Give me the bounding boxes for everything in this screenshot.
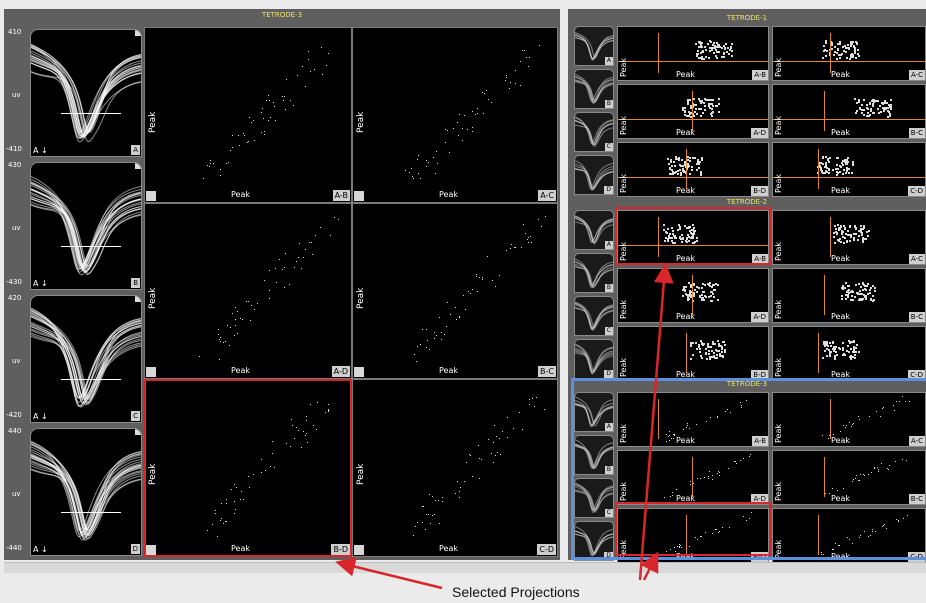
arrow-to-tetrode3-selection xyxy=(640,551,659,581)
annotation-arrows xyxy=(335,263,674,590)
arrow-to-left-selection xyxy=(335,556,443,590)
annotation-caption: Selected Projections xyxy=(452,584,580,600)
arrow-to-tetrode2-selection xyxy=(638,263,674,581)
